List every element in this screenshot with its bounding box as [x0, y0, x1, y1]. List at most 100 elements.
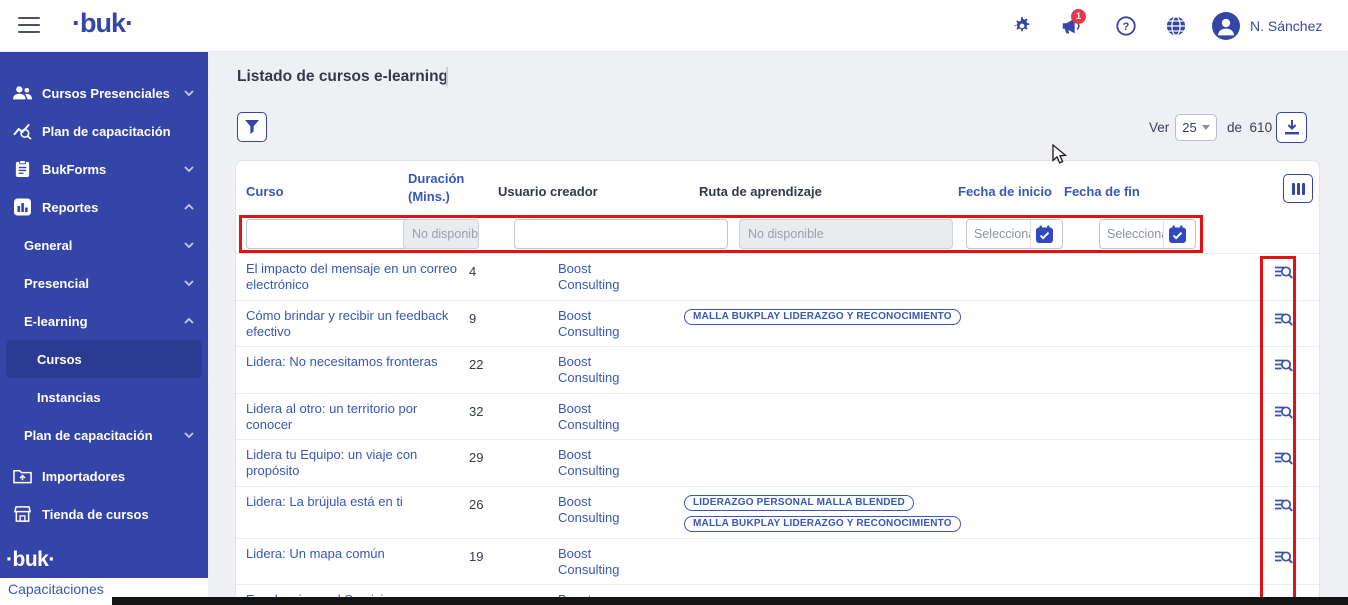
courses-table: Curso Duración (Mins.) Usuario creador R… [235, 160, 1320, 605]
course-duration: 29 [469, 450, 484, 465]
course-link[interactable]: Cómo brindar y recibir un feedback efect… [236, 308, 466, 341]
sidebar-item-plan-de-capacitacion-reportes[interactable]: Plan de capacitación [0, 416, 208, 454]
sidebar-item-label: General [24, 237, 73, 253]
bottom-black-bar [112, 597, 1348, 605]
course-routes: MALLA BUKPLAY LIDERAZGO Y RECONOCIMIENTO [681, 308, 961, 325]
sidebar-item-bukforms[interactable]: BukForms [0, 150, 208, 188]
course-duration: 32 [469, 403, 484, 419]
course-link[interactable]: El impacto del mensaje en un correo elec… [236, 261, 466, 294]
view-details-icon[interactable] [1273, 403, 1293, 421]
user-avatar[interactable] [1212, 12, 1240, 40]
sidebar-item-label: Plan de capacitación [24, 427, 153, 443]
sidebar-item-label: Plan de capacitación [42, 123, 171, 139]
hamburger-menu-icon[interactable] [18, 17, 40, 33]
course-routes [681, 546, 946, 547]
course-creator-link[interactable]: Boost Consulting [556, 546, 646, 579]
duracion-filter-disabled: No disponible [403, 219, 479, 249]
course-routes [681, 447, 946, 448]
title-divider [446, 67, 448, 86]
view-details-icon[interactable] [1273, 356, 1293, 374]
settings-gear-icon[interactable] [1011, 15, 1033, 37]
course-routes [681, 261, 946, 262]
chevron-down-icon [184, 432, 194, 438]
sidebar-item-label: Presencial [24, 275, 90, 291]
course-creator-link[interactable]: Boost Consulting [556, 447, 646, 480]
filter-row: No disponible No disponible Selecciona S… [236, 214, 1319, 254]
view-details-icon[interactable] [1273, 548, 1293, 566]
course-duration: 9 [469, 310, 477, 326]
course-creator-link[interactable]: Boost Consulting [556, 354, 646, 387]
view-details-icon[interactable] [1273, 310, 1293, 328]
column-settings-button[interactable] [1283, 174, 1313, 203]
table-body: El impacto del mensaje en un correo elec… [236, 254, 1319, 604]
total-count: de 610 [1227, 120, 1273, 135]
sidebar-item-presencial[interactable]: Presencial [0, 264, 208, 302]
store-icon [13, 506, 32, 522]
sidebar-item-label: Reportes [42, 199, 99, 215]
chevron-down-icon [184, 166, 194, 172]
fecha-fin-placeholder: Selecciona [1107, 227, 1163, 241]
route-badge: MALLA BUKPLAY LIDERAZGO Y RECONOCIMIENTO [684, 308, 961, 325]
people-icon [13, 86, 32, 100]
course-routes [681, 401, 946, 402]
sidebar-item-label: BukForms [42, 161, 107, 177]
chevron-down-icon [184, 242, 194, 248]
table-row: Cómo brindar y recibir un feedback efect… [236, 301, 1319, 347]
svg-text:?: ? [1123, 21, 1130, 33]
language-globe-icon[interactable] [1165, 15, 1187, 37]
page-size-select[interactable]: 25 [1175, 114, 1217, 141]
sidebar-item-cursos-presenciales[interactable]: Cursos Presenciales [0, 74, 208, 112]
view-details-icon[interactable] [1273, 496, 1293, 514]
sidebar-item-label: Instancias [37, 389, 101, 405]
column-header-duracion[interactable]: Duración (Mins.) [408, 170, 480, 205]
fecha-inicio-placeholder: Selecciona [974, 227, 1030, 241]
course-link[interactable]: Lidera tu Equipo: un viaje con propósito [236, 447, 466, 480]
page-size-value: 25 [1182, 120, 1197, 135]
sidebar-item-tienda-de-cursos[interactable]: Tienda de cursos [0, 495, 208, 533]
chevron-up-icon [184, 318, 194, 324]
course-link[interactable]: Lidera: Un mapa común [236, 546, 466, 562]
calendar-icon[interactable] [1163, 220, 1191, 248]
buk-logo: ·buk· [72, 8, 134, 38]
filter-button[interactable] [237, 112, 267, 142]
course-link[interactable]: Lidera al otro: un territorio por conoce… [236, 401, 466, 434]
ruta-filter-disabled: No disponible [739, 219, 953, 249]
route-badge: LIDERAZGO PERSONAL MALLA BLENDED [684, 494, 914, 511]
table-row: Lidera: La brújula está en ti 26 Boost C… [236, 487, 1319, 539]
course-creator-link[interactable]: Boost Consulting [556, 494, 646, 527]
sidebar-item-cursos[interactable]: Cursos [6, 340, 202, 378]
sidebar-item-elearning[interactable]: E-learning [0, 302, 208, 340]
table-row: El impacto del mensaje en un correo elec… [236, 254, 1319, 301]
download-button[interactable] [1276, 112, 1307, 143]
course-duration: 26 [469, 496, 484, 512]
view-details-icon[interactable] [1273, 263, 1293, 281]
column-header-fecha-fin[interactable]: Fecha de fin [1064, 184, 1140, 199]
course-creator-link[interactable]: Boost Consulting [556, 308, 646, 341]
sidebar-item-instancias[interactable]: Instancias [0, 378, 208, 416]
sidebar-item-plan-de-capacitacion[interactable]: Plan de capacitación [0, 112, 208, 150]
user-name[interactable]: N. Sánchez [1250, 18, 1322, 34]
course-link[interactable]: Lidera: No necesitamos fronteras [236, 354, 466, 370]
column-header-fecha-inicio[interactable]: Fecha de inicio [958, 184, 1052, 199]
sidebar-item-general[interactable]: General [0, 226, 208, 264]
course-creator-link[interactable]: Boost Consulting [556, 401, 646, 434]
buk-footer-logo: ·buk· [6, 548, 55, 571]
sidebar-item-importadores[interactable]: Importadores [0, 457, 208, 495]
usuario-filter-input[interactable] [514, 219, 728, 249]
course-duration: 19 [469, 548, 484, 564]
fecha-inicio-filter[interactable]: Selecciona [966, 219, 1063, 249]
sidebar-item-label: Importadores [42, 468, 126, 484]
sidebar-item-label: Cursos [37, 351, 82, 367]
sidebar-item-label: E-learning [24, 313, 88, 329]
sidebar-item-reportes[interactable]: Reportes [0, 188, 208, 226]
calendar-icon[interactable] [1030, 220, 1058, 248]
course-duration: 22 [469, 357, 484, 372]
view-details-icon[interactable] [1273, 449, 1293, 467]
fecha-fin-filter[interactable]: Selecciona [1099, 219, 1196, 249]
course-creator-link[interactable]: Boost Consulting [556, 261, 646, 294]
help-icon[interactable]: ? [1115, 15, 1137, 37]
columns-icon [1291, 182, 1305, 195]
course-link[interactable]: Lidera: La brújula está en ti [236, 494, 466, 510]
column-header-curso[interactable]: Curso [246, 184, 284, 199]
topbar: ·buk· 1 ? N. Sánchez [0, 0, 1348, 52]
